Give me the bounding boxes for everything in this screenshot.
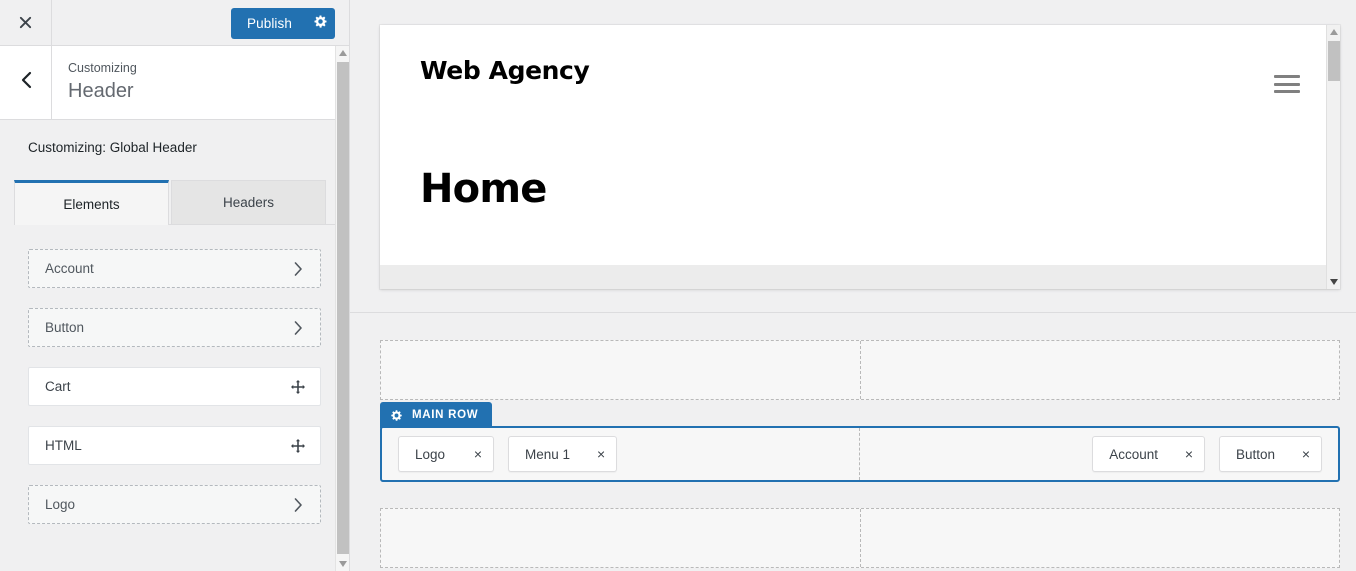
chevron-right-icon (290, 320, 306, 336)
element-item-label: HTML (45, 438, 82, 453)
breadcrumb: Customizing Header (52, 46, 349, 119)
builder-item-menu-1[interactable]: Menu 1 × (508, 436, 618, 472)
tab-elements-label: Elements (63, 196, 120, 212)
builder-item-account[interactable]: Account × (1092, 436, 1205, 472)
element-item-cart[interactable]: Cart (28, 367, 321, 406)
back-button[interactable] (0, 46, 52, 119)
builder-tabs: Elements Headers (14, 179, 335, 225)
chevron-right-icon (290, 497, 306, 513)
element-list: Account Button Cart HTML Logo (0, 225, 349, 524)
preview-site: Web Agency Home (380, 25, 1340, 289)
tab-headers[interactable]: Headers (171, 180, 326, 224)
customizer-screen: Publish Customizing Header Customizing: … (0, 0, 1356, 571)
scroll-up-arrow-icon[interactable] (336, 46, 350, 60)
customizer-content: Customizing: Global Header Elements Head… (0, 120, 349, 570)
element-item-logo[interactable]: Logo (28, 485, 321, 524)
builder-row-bottom-right-column[interactable] (861, 509, 1339, 567)
builder-item-label: Menu 1 (525, 446, 571, 462)
header-builder-rows: MAIN ROW Logo × Menu 1 × Account × Butto… (380, 340, 1340, 568)
move-icon[interactable] (290, 438, 306, 454)
panel-label: Customizing: Global Header (28, 140, 197, 155)
builder-item-button[interactable]: Button × (1218, 436, 1322, 472)
chevron-right-icon (290, 261, 306, 277)
builder-row-bottom-left-column[interactable] (381, 509, 861, 567)
hamburger-line (1274, 82, 1300, 86)
sidebar-scrollbar-thumb[interactable] (337, 62, 349, 554)
remove-icon[interactable]: × (463, 437, 493, 471)
element-item-html[interactable]: HTML (28, 426, 321, 465)
preview-site-header: Web Agency (380, 25, 1340, 115)
preview-frame: Web Agency Home (380, 25, 1340, 289)
move-icon[interactable] (290, 379, 306, 395)
customizer-sidebar: Publish Customizing Header Customizing: … (0, 0, 350, 571)
preview-scrollbar-thumb[interactable] (1328, 41, 1340, 81)
builder-row-main-left-column[interactable]: Logo × Menu 1 × (382, 428, 860, 480)
builder-row-main[interactable]: MAIN ROW Logo × Menu 1 × Account × Butto… (380, 402, 1340, 482)
builder-row-top-left-column[interactable] (381, 341, 861, 399)
remove-icon[interactable]: × (586, 437, 616, 471)
hamburger-line (1274, 90, 1300, 93)
hamburger-menu-icon[interactable] (1274, 75, 1300, 93)
tab-elements[interactable]: Elements (14, 180, 169, 225)
close-icon (17, 14, 34, 31)
builder-row-main-right-column[interactable]: Account × Button × (860, 428, 1338, 480)
page-title: Header (68, 80, 134, 102)
header-builder: MAIN ROW Logo × Menu 1 × Account × Butto… (350, 314, 1356, 571)
main-row-settings-tab[interactable]: MAIN ROW (380, 402, 493, 428)
close-customizer-button[interactable] (0, 0, 52, 45)
element-item-button[interactable]: Button (28, 308, 321, 347)
element-item-label: Account (45, 261, 94, 276)
remove-icon[interactable]: × (1291, 437, 1321, 471)
preview-hero: Home (380, 115, 1340, 211)
builder-item-label: Account (1109, 446, 1158, 462)
customizer-topbar: Publish (0, 0, 349, 46)
scroll-down-arrow-icon[interactable] (1327, 275, 1340, 289)
builder-row-bottom[interactable] (380, 508, 1340, 568)
builder-item-label: Logo (415, 446, 446, 462)
element-item-label: Button (45, 320, 85, 335)
element-item-label: Cart (45, 379, 71, 394)
builder-row-top[interactable] (380, 340, 1340, 400)
builder-row-top-right-column[interactable] (861, 341, 1339, 399)
publish-settings-button[interactable] (305, 8, 335, 39)
sidebar-scrollbar[interactable] (335, 46, 349, 571)
scroll-up-arrow-icon[interactable] (1327, 25, 1340, 39)
publish-button[interactable]: Publish (231, 8, 305, 39)
hamburger-line (1274, 75, 1300, 78)
element-item-account[interactable]: Account (28, 249, 321, 288)
builder-item-label: Button (1235, 446, 1275, 462)
publish-button-group: Publish (231, 8, 335, 39)
preview-scrollbar[interactable] (1326, 25, 1340, 289)
gear-icon (390, 409, 403, 422)
site-preview-area: Web Agency Home (350, 0, 1356, 313)
preview-footer-strip (380, 265, 1340, 289)
breadcrumb-context: Customizing (68, 61, 137, 75)
tab-headers-label: Headers (222, 195, 275, 210)
chevron-left-icon (19, 70, 33, 95)
builder-item-logo[interactable]: Logo × (398, 436, 494, 472)
preview-site-logo: Web Agency (420, 55, 590, 85)
remove-icon[interactable]: × (1174, 437, 1204, 471)
element-item-label: Logo (45, 497, 76, 512)
preview-page-title: Home (420, 166, 547, 212)
gear-icon (313, 14, 328, 34)
main-row-tab-label: MAIN ROW (412, 409, 479, 421)
scroll-down-arrow-icon[interactable] (336, 557, 350, 571)
customizer-section-header: Customizing Header (0, 46, 349, 120)
